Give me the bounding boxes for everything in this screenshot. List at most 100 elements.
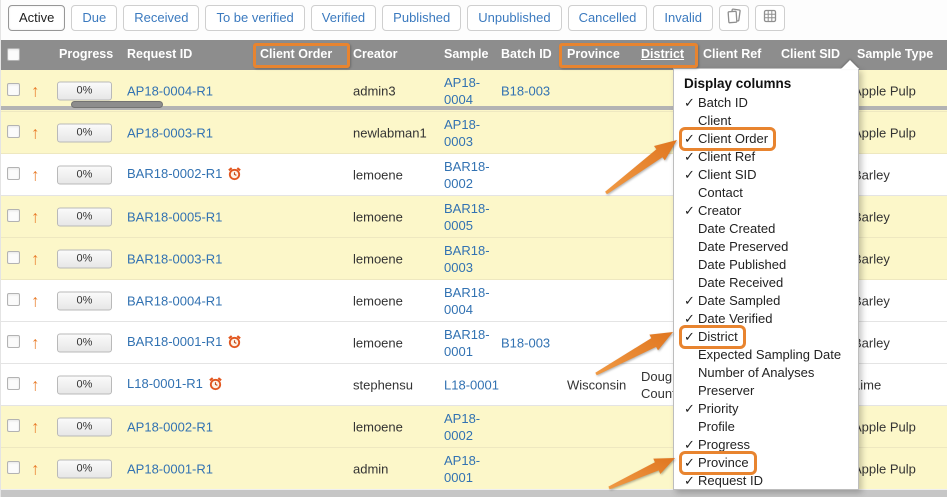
progress-button[interactable]: 0% [57,459,112,478]
row-checkbox[interactable] [7,125,20,138]
column-header-progress[interactable]: Progress [59,47,113,61]
dropdown-item-client[interactable]: Client [674,112,858,130]
filter-tab-verified[interactable]: Verified [311,5,376,31]
request-id-link[interactable]: AP18-0002-R1 [127,419,213,434]
dropdown-item-batch-id[interactable]: ✓Batch ID [674,94,858,112]
request-id-link[interactable]: BAR18-0002-R1 [127,166,222,181]
dropdown-item-expected-sampling-date[interactable]: Expected Sampling Date [674,346,858,364]
row-checkbox[interactable] [7,419,20,432]
copy-pages-button[interactable] [719,5,749,31]
progress-button[interactable]: 0% [57,417,112,436]
dropdown-item-progress[interactable]: ✓Progress [674,436,858,454]
column-header-sample[interactable]: Sample [444,47,488,61]
dropdown-item-preserver[interactable]: Preserver [674,382,858,400]
request-id-link[interactable]: AP18-0004-R1 [127,83,213,98]
sample-link[interactable]: AP18-0003 [444,117,480,149]
dropdown-item-date-verified[interactable]: ✓Date Verified [674,310,858,328]
row-checkbox[interactable] [7,461,20,474]
horizontal-scrollbar[interactable] [1,489,947,497]
column-header-creator[interactable]: Creator [353,47,397,61]
request-id-link[interactable]: BAR18-0005-R1 [127,209,222,224]
filter-tab-received[interactable]: Received [123,5,199,31]
filter-tab-due[interactable]: Due [71,5,117,31]
filter-tab-active[interactable]: Active [8,5,65,31]
row-checkbox[interactable] [7,335,20,348]
header-scrollbar-thumb[interactable] [71,101,163,108]
row-checkbox[interactable] [7,83,20,96]
row-checkbox[interactable] [7,167,20,180]
check-icon: ✓ [684,400,698,418]
dropdown-item-date-published[interactable]: Date Published [674,256,858,274]
dropdown-item-client-sid[interactable]: ✓Client SID [674,166,858,184]
request-id-link[interactable]: BAR18-0001-R1 [127,334,222,349]
creator-cell: lemoene [353,251,403,266]
dropdown-item-date-created[interactable]: Date Created [674,220,858,238]
dropdown-item-date-received[interactable]: Date Received [674,274,858,292]
dropdown-item-label: Date Published [698,257,786,272]
sample-link[interactable]: AP18-0002 [444,411,480,443]
filter-tab-published[interactable]: Published [382,5,461,31]
dropdown-item-label: Client SID [698,167,757,182]
dropdown-item-label: Province [698,455,749,470]
request-id-link[interactable]: AP18-0003-R1 [127,125,213,140]
column-header-request-id[interactable]: Request ID [127,47,192,61]
filter-tab-cancelled[interactable]: Cancelled [568,5,648,31]
dropdown-item-contact[interactable]: Contact [674,184,858,202]
sample-link[interactable]: BAR18-0003 [444,243,490,275]
late-alarm-icon [227,334,242,352]
progress-button[interactable]: 0% [57,123,112,142]
table-grid-button[interactable] [755,5,785,31]
dropdown-item-profile[interactable]: Profile [674,418,858,436]
dropdown-item-client-ref[interactable]: ✓Client Ref [674,148,858,166]
sample-link[interactable]: AP18-0004 [444,75,480,107]
progress-button[interactable]: 0% [57,375,112,394]
dropdown-items: ✓Batch IDClient✓Client Order✓Client Ref✓… [674,94,858,490]
dropdown-item-label: Number of Analyses [698,365,814,380]
filter-tab-unpublished[interactable]: Unpublished [467,5,561,31]
sample-link[interactable]: BAR18-0001 [444,327,490,359]
sample-link[interactable]: BAR18-0002 [444,159,490,191]
row-checkbox[interactable] [7,251,20,264]
request-id-link[interactable]: BAR18-0004-R1 [127,293,222,308]
dropdown-item-district[interactable]: ✓District [674,328,858,346]
progress-button[interactable]: 0% [57,165,112,184]
request-id-link[interactable]: AP18-0001-R1 [127,461,213,476]
filter-tab-invalid[interactable]: Invalid [653,5,713,31]
progress-button[interactable]: 0% [57,249,112,268]
column-header-client-ref[interactable]: Client Ref [703,47,761,61]
progress-button[interactable]: 0% [57,207,112,226]
dropdown-item-client-order[interactable]: ✓Client Order [674,130,858,148]
column-header-batch-id[interactable]: Batch ID [501,47,552,61]
annotation-box-client-order-header [253,43,350,68]
column-header-sample-type[interactable]: Sample Type [857,47,933,61]
filter-tab-to-be-verified[interactable]: To be verified [205,5,304,31]
dropdown-item-date-sampled[interactable]: ✓Date Sampled [674,292,858,310]
sample-link[interactable]: BAR18-0005 [444,201,490,233]
check-icon: ✓ [684,94,698,112]
dropdown-item-request-id[interactable]: ✓Request ID [674,472,858,490]
samples-listing-screen: ActiveDueReceivedTo be verifiedVerifiedP… [0,0,947,497]
sample-link[interactable]: AP18-0001 [444,453,480,485]
column-header-client-sid[interactable]: Client SID [781,47,840,61]
sample-link[interactable]: L18-0001 [444,377,499,392]
dropdown-item-label: Date Preserved [698,239,788,254]
dropdown-item-number-of-analyses[interactable]: Number of Analyses [674,364,858,382]
dropdown-item-priority[interactable]: ✓Priority [674,400,858,418]
row-checkbox[interactable] [7,377,20,390]
dropdown-item-creator[interactable]: ✓Creator [674,202,858,220]
sample-link[interactable]: BAR18-0004 [444,285,490,317]
row-checkbox[interactable] [7,293,20,306]
select-all-checkbox[interactable] [7,48,20,61]
request-id-link[interactable]: BAR18-0003-R1 [127,251,222,266]
batch-id-link[interactable]: B18-003 [501,83,550,98]
progress-button[interactable]: 0% [57,81,112,100]
creator-cell: lemoene [353,167,403,182]
progress-button[interactable]: 0% [57,291,112,310]
batch-id-link[interactable]: B18-003 [501,335,550,350]
request-id-link[interactable]: L18-0001-R1 [127,376,203,391]
dropdown-item-province[interactable]: ✓Province [674,454,858,472]
dropdown-item-date-preserved[interactable]: Date Preserved [674,238,858,256]
check-icon: ✓ [684,130,698,148]
progress-button[interactable]: 0% [57,333,112,352]
row-checkbox[interactable] [7,209,20,222]
